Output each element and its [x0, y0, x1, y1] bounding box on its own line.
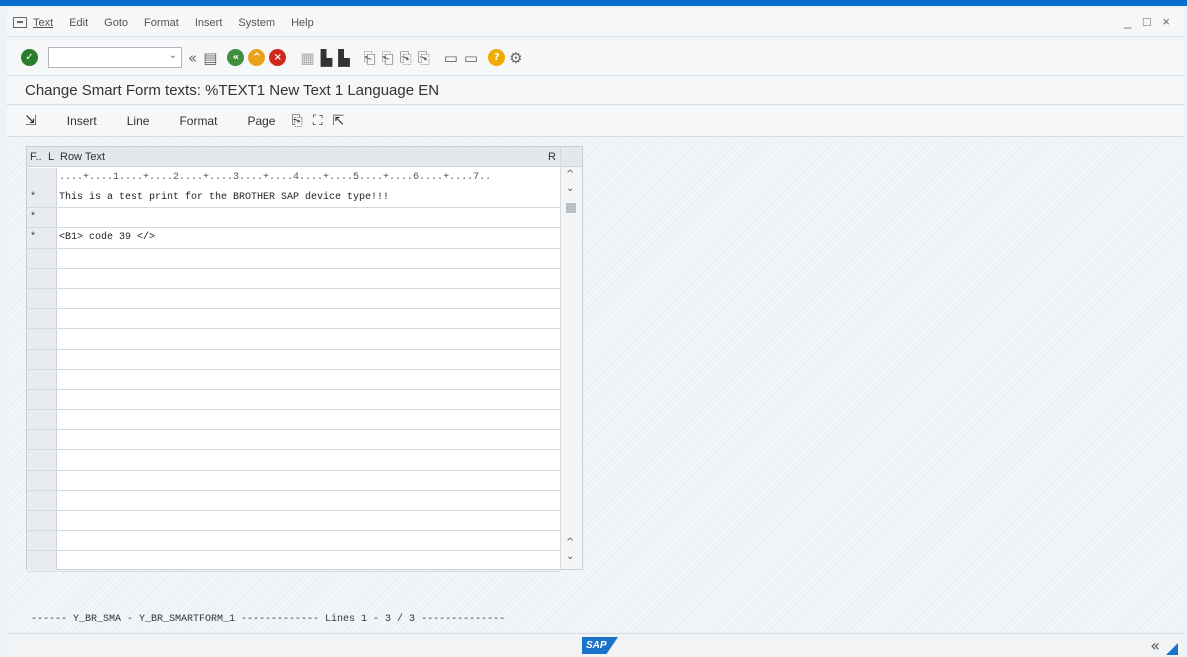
menu-edit[interactable]: Edit	[69, 17, 88, 29]
first-page-icon[interactable]: ⎗	[364, 49, 376, 67]
row-text[interactable]: <B1> code 39 </>	[59, 228, 155, 248]
editor-row[interactable]	[27, 430, 560, 451]
menu-text[interactable]: Text	[33, 17, 53, 29]
row-format[interactable]: *	[30, 208, 56, 228]
editor-row[interactable]	[27, 410, 560, 431]
menu-goto[interactable]: Goto	[104, 17, 128, 29]
enter-icon[interactable]: ✓	[21, 49, 38, 66]
editor-row[interactable]: * This is a test print for the BROTHER SA…	[27, 188, 560, 209]
editor-row[interactable]	[27, 269, 560, 289]
editor-row[interactable]	[27, 511, 560, 532]
back-nav-icon[interactable]: «	[188, 49, 197, 67]
editor-row[interactable]: * <B1> code 39 </>	[27, 228, 560, 249]
scroll-thumb[interactable]	[566, 203, 576, 213]
select-cursor-icon[interactable]: ⇲	[25, 113, 37, 129]
menu-icon[interactable]	[13, 17, 27, 28]
ruler: ....+....1....+....2....+....3....+....4…	[59, 172, 492, 183]
editor-row[interactable]	[27, 249, 560, 269]
last-page-icon[interactable]: ⎘	[418, 49, 430, 67]
paste-icon[interactable]: ⎘	[291, 113, 302, 129]
help-icon[interactable]: ?	[488, 49, 506, 66]
text-editor[interactable]: F.. L Row Text R ....+....1....+....2...…	[26, 146, 583, 572]
editor-row[interactable]	[27, 309, 560, 330]
row-text[interactable]: This is a test print for the BROTHER SAP…	[59, 188, 389, 208]
hierarchy-icon[interactable]: ⇱	[333, 113, 345, 129]
next-page-icon[interactable]: ⎘	[400, 49, 412, 67]
menu-help[interactable]: Help	[291, 17, 314, 29]
row-format[interactable]: *	[30, 228, 56, 248]
editor-row[interactable]	[27, 450, 560, 471]
editor-row[interactable]	[27, 531, 560, 552]
page-button[interactable]: Page	[247, 114, 275, 128]
editor-row[interactable]: *	[27, 208, 560, 229]
new-session-icon[interactable]: ▭	[444, 49, 458, 67]
previous-page-icon[interactable]: ⎗	[382, 49, 394, 67]
menu-format[interactable]: Format	[144, 17, 179, 29]
insert-button[interactable]: Insert	[67, 114, 97, 128]
menu-bar: Text Edit Goto Format Insert System Help…	[7, 9, 1184, 37]
save-icon[interactable]: ▤	[203, 49, 217, 67]
chevron-down-icon[interactable]: ⌄	[169, 50, 177, 61]
editor-row[interactable]	[27, 551, 560, 572]
vertical-scrollbar[interactable]: ^ ⌄ ^ ⌄	[560, 147, 582, 569]
shortcut-icon[interactable]: ▭	[464, 49, 478, 67]
customize-icon[interactable]: ⚙	[509, 49, 522, 67]
back-icon[interactable]: «	[227, 49, 245, 66]
editor-row[interactable]	[27, 289, 560, 310]
collapse-icon[interactable]: «	[1150, 636, 1160, 655]
corner-indicator	[1166, 643, 1178, 655]
find-next-icon[interactable]: ▙	[338, 49, 350, 67]
sap-logo: SAP	[582, 637, 618, 654]
editor-row[interactable]	[27, 471, 560, 491]
editor-row[interactable]	[27, 350, 560, 370]
status-bar: SAP «	[7, 633, 1184, 657]
menu-system[interactable]: System	[238, 17, 275, 29]
menu-insert[interactable]: Insert	[195, 17, 223, 29]
row-format[interactable]: *	[30, 188, 56, 208]
exit-icon[interactable]: ^	[248, 49, 266, 66]
editor-row[interactable]	[27, 491, 560, 511]
print-icon[interactable]: ▦	[300, 49, 314, 67]
editor-row[interactable]	[27, 370, 560, 390]
column-format-header: F..	[30, 151, 42, 163]
application-toolbar: ⇲ Insert Line Format Page ⎘ ⛶ ⇱	[7, 106, 1184, 137]
standard-toolbar: ✓ ⌄ « ▤ « ^ × ▦ ▙ ▙ ⎗ ⎗ ⎘ ⎘ ▭ ▭ ? ⚙	[7, 40, 1184, 76]
page-down-icon[interactable]: ⌄	[566, 551, 574, 562]
editor-row[interactable]	[27, 390, 560, 411]
column-text-header: Row Text	[60, 151, 106, 163]
top-accent-bar	[0, 0, 1187, 6]
command-input[interactable]	[49, 48, 161, 67]
editor-header: F.. L Row Text R	[27, 147, 560, 167]
editor-row[interactable]	[27, 329, 560, 350]
find-icon[interactable]: ▙	[321, 49, 333, 67]
column-line-header: L	[48, 151, 55, 163]
command-field[interactable]: ⌄	[48, 47, 182, 68]
editor-status-line: ------ Y_BR_SMA - Y_BR_SMARTFORM_1 -----…	[31, 614, 506, 625]
window-controls[interactable]: _ □ ×	[1124, 14, 1174, 29]
line-button[interactable]: Line	[127, 114, 150, 128]
column-r-header: R	[548, 151, 556, 163]
scroll-down-icon[interactable]: ⌄	[566, 183, 574, 194]
structure-icon[interactable]: ⛶	[313, 113, 323, 129]
cancel-icon[interactable]: ×	[269, 49, 287, 66]
page-title: Change Smart Form texts: %TEXT1 New Text…	[7, 77, 1184, 105]
page-up-icon[interactable]: ^	[566, 537, 574, 548]
format-button[interactable]: Format	[179, 114, 217, 128]
editor-rows: * This is a test print for the BROTHER SA…	[27, 188, 560, 572]
scroll-up-icon[interactable]: ^	[566, 169, 574, 180]
